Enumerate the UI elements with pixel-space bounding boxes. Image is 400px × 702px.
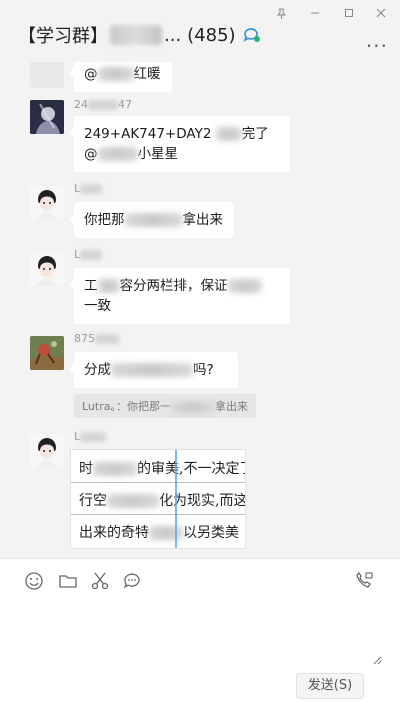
- pin-icon[interactable]: [270, 4, 292, 22]
- message-bubble[interactable]: 你把那 拿出来: [69, 202, 234, 238]
- image-text-line: 行空 化为现实,而这: [79, 490, 246, 510]
- message-text: 小星星: [137, 146, 179, 162]
- message-text: 完了: [241, 126, 269, 142]
- more-options-button[interactable]: ···: [366, 34, 388, 58]
- avatar[interactable]: [30, 336, 64, 370]
- redacted-text: [97, 67, 134, 81]
- sender-name: L: [74, 248, 103, 261]
- image-caret-line: [175, 450, 177, 548]
- redacted-text: [97, 279, 120, 293]
- redacted-text: [97, 147, 138, 161]
- image-text: 出来的奇特: [79, 525, 149, 541]
- message-input[interactable]: [18, 601, 382, 665]
- message-text: 249+AK747+DAY2: [84, 126, 216, 142]
- redacted-text: [93, 462, 137, 476]
- message-text: 拿出来: [182, 212, 224, 228]
- image-text-line: 时 的审美,不一决定了: [79, 458, 246, 478]
- minimize-icon[interactable]: [304, 4, 326, 22]
- message-line: @ 小星星: [84, 144, 280, 164]
- message-line: 工 容分两栏排，保证: [84, 276, 280, 296]
- sender-name-text: 47: [118, 98, 132, 111]
- avatar[interactable]: [30, 186, 64, 220]
- redacted-text: [124, 213, 183, 227]
- redacted-text: [170, 401, 215, 413]
- sender-name: 875: [74, 332, 119, 345]
- chat-title: 【学习群】 ... (485): [18, 22, 262, 48]
- message-text: 容分两栏排，保证: [119, 278, 228, 294]
- image-text: 以另类美: [183, 525, 239, 541]
- message-text: 工: [84, 278, 98, 294]
- avatar[interactable]: [30, 434, 64, 468]
- message-list[interactable]: @ 红暖 24 47 249+AK747+DAY2 完了 @ 小星星 L 你把那…: [0, 62, 400, 558]
- redacted-group-name: [110, 25, 162, 45]
- send-button[interactable]: 发送(S): [296, 673, 364, 699]
- emoji-icon[interactable]: [24, 571, 44, 591]
- redacted-sender: [88, 99, 118, 110]
- redacted-text: [111, 363, 193, 377]
- redacted-text: [149, 526, 183, 540]
- message-line: 一致: [84, 296, 280, 316]
- member-count: (485): [187, 24, 236, 46]
- chat-title-prefix: 【学习群】: [18, 26, 108, 47]
- redacted-sender: [80, 431, 107, 442]
- chat-bubble-icon: [242, 28, 260, 42]
- redacted-sender: [95, 333, 119, 344]
- image-text-line: 出来的奇特 以另类美: [79, 522, 239, 542]
- close-icon[interactable]: [370, 4, 392, 22]
- avatar[interactable]: [30, 62, 64, 88]
- message-text: 分成: [84, 362, 111, 378]
- redacted-text: [227, 279, 262, 293]
- scissors-icon[interactable]: [90, 571, 110, 591]
- message-line: 249+AK747+DAY2 完了: [84, 124, 280, 144]
- redacted-text: [215, 127, 242, 141]
- image-divider: [71, 514, 245, 515]
- image-text: 化为现实,而这: [159, 493, 246, 509]
- chat-title-ellipsis: ...: [164, 24, 182, 46]
- avatar[interactable]: [30, 100, 64, 134]
- title-bar: 【学习群】 ... (485) ···: [0, 0, 400, 62]
- message-text: 吗?: [193, 362, 214, 378]
- message-text: 一致: [84, 298, 111, 314]
- sender-name-text: 24: [74, 98, 88, 111]
- sender-name: L: [74, 430, 107, 443]
- maximize-icon[interactable]: [338, 4, 360, 22]
- avatar[interactable]: [30, 252, 64, 286]
- message-text: @: [84, 66, 98, 82]
- quoted-message[interactable]: Lutra。：你把那一 拿出来: [74, 394, 256, 418]
- message-bubble[interactable]: 分成 吗?: [69, 352, 238, 388]
- image-divider: [71, 482, 245, 483]
- sender-name: 24 47: [74, 98, 132, 111]
- redacted-sender: [80, 249, 103, 260]
- redacted-sender: [80, 183, 103, 194]
- video-call-icon[interactable]: [354, 571, 374, 591]
- sender-name: L: [74, 182, 103, 195]
- image-text: 的审美,不一决定了: [137, 461, 246, 477]
- message-text: 你把那: [84, 212, 125, 228]
- quote-text: 拿出来: [214, 400, 248, 413]
- message-bubble[interactable]: 工 容分两栏排，保证 一致: [69, 268, 290, 324]
- sender-name-text: 875: [74, 332, 95, 345]
- message-bubble[interactable]: @ 红暖: [69, 62, 172, 92]
- composer-panel: 发送(S): [0, 558, 400, 702]
- image-text: 行空: [79, 493, 107, 509]
- message-text: 红暖: [133, 66, 161, 82]
- redacted-text: [107, 494, 159, 508]
- image-text: 时: [79, 461, 93, 477]
- quote-text: Lutra。：你把那一: [82, 400, 171, 413]
- message-text: @: [84, 146, 98, 162]
- image-message[interactable]: 时 的审美,不一决定了 行空 化为现实,而这 出来的奇特 以另类美: [70, 449, 246, 549]
- folder-icon[interactable]: [58, 571, 78, 591]
- chat-history-icon[interactable]: [122, 571, 142, 591]
- message-bubble[interactable]: 249+AK747+DAY2 完了 @ 小星星: [69, 116, 290, 172]
